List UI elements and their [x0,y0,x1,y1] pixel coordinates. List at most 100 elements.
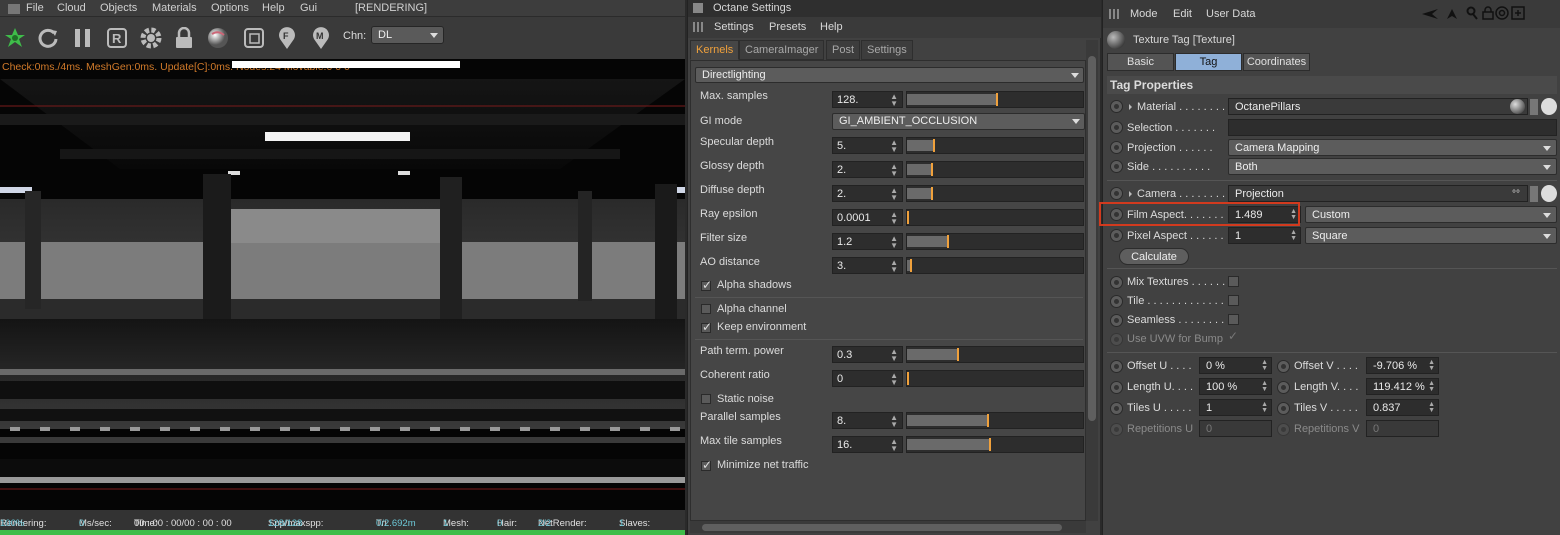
offset-u-keyframe-radio[interactable] [1110,360,1123,373]
diffuse-depth-slider[interactable] [906,185,1084,202]
slider-knob[interactable] [996,93,998,106]
spinner-icon[interactable]: ▲ ▼ [890,187,898,202]
expand-arrow-icon[interactable] [1129,104,1132,110]
material-link-field[interactable]: OctanePillars [1228,98,1528,115]
menu-settings[interactable]: Settings [714,21,754,33]
pixel-aspect-field[interactable]: 1 ▲ ▼ [1228,227,1301,244]
diffuse-depth-field[interactable]: 2. ▲ ▼ [832,185,903,202]
spinner-icon[interactable]: ▲ ▼ [1290,229,1297,242]
length-v-field[interactable]: 119.412 % ▲ ▼ [1366,378,1439,395]
spinner-icon[interactable]: ▲ ▼ [1261,359,1268,372]
spinner-icon[interactable]: ▲ ▼ [890,139,898,154]
ao-distance-field[interactable]: 3. ▲ ▼ [832,257,903,274]
slider-knob[interactable] [910,259,912,272]
lock-icon[interactable] [1481,6,1495,20]
vertical-scroll-thumb[interactable] [1088,56,1096,421]
spinner-icon[interactable]: ▲ ▼ [1428,401,1435,414]
coherent-ratio-field[interactable]: 0 ▲ ▼ [832,370,903,387]
menu-file[interactable]: File [26,2,44,14]
projection-select[interactable]: Camera Mapping [1228,139,1557,156]
spinner-icon[interactable]: ▲ ▼ [890,348,898,363]
pause-icon[interactable] [70,25,96,51]
spinner-icon[interactable]: ▲ ▼ [1261,401,1268,414]
target-icon[interactable] [1495,6,1509,20]
alpha-shadows-checkbox[interactable] [701,278,712,292]
menu-cloud[interactable]: Cloud [57,2,86,14]
material-picker-icon[interactable]: M [308,25,334,51]
spinner-icon[interactable]: ▲ ▼ [890,235,898,250]
menu-gui[interactable]: Gui [300,2,317,14]
search-icon[interactable] [1465,6,1479,20]
pick-object-icon[interactable] [1541,185,1557,202]
tiles-u-field[interactable]: 1 ▲ ▼ [1199,399,1272,416]
parallel-samples-field[interactable]: 8. ▲ ▼ [832,412,903,429]
mix-textures-keyframe-radio[interactable] [1110,276,1123,289]
tiles-u-keyframe-radio[interactable] [1110,402,1123,415]
spinner-icon[interactable]: ▲ ▼ [890,438,898,453]
menu-help[interactable]: Help [820,21,843,33]
length-u-field[interactable]: 100 % ▲ ▼ [1199,378,1272,395]
slider-knob[interactable] [987,414,989,427]
tab-kernels[interactable]: Kernels [690,40,740,60]
render-viewport[interactable] [0,59,685,510]
alpha-channel-checkbox[interactable] [701,304,711,314]
tab-tag[interactable]: Tag [1175,53,1242,71]
slider-knob[interactable] [933,139,935,152]
menu-edit[interactable]: Edit [1173,8,1192,20]
filter-size-slider[interactable] [906,233,1084,250]
tiles-v-field[interactable]: 0.837 ▲ ▼ [1366,399,1439,416]
side-select[interactable]: Both [1228,158,1557,175]
up-arrow-icon[interactable] [1445,7,1459,21]
ray-epsilon-field[interactable]: 0.0001 ▲ ▼ [832,209,903,226]
slider-knob[interactable] [907,372,909,385]
static-noise-checkbox[interactable] [701,394,711,404]
menu-presets[interactable]: Presets [769,21,806,33]
slider-knob[interactable] [907,211,909,224]
minimize-net-traffic-checkbox[interactable] [701,458,712,472]
lock-icon[interactable] [171,25,197,51]
menu-objects[interactable]: Objects [100,2,137,14]
pick-object-icon[interactable] [1541,98,1557,115]
slider-knob[interactable] [989,438,991,451]
refresh-icon[interactable] [35,25,61,51]
spinner-icon[interactable]: ▲ ▼ [890,414,898,429]
offset-v-keyframe-radio[interactable] [1277,360,1290,373]
spinner-icon[interactable]: ▲ ▼ [890,93,898,108]
spinner-icon[interactable]: ▲ ▼ [890,259,898,274]
seamless-keyframe-radio[interactable] [1110,314,1123,327]
pixel-aspect-keyframe-radio[interactable] [1110,229,1123,242]
max-samples-field[interactable]: 128. ▲ ▼ [832,91,903,108]
new-panel-icon[interactable] [1511,6,1525,20]
channel-select[interactable]: DL [371,26,444,44]
calculate-button[interactable]: Calculate [1119,248,1189,265]
material-ball-icon[interactable] [205,25,231,51]
menu-options[interactable]: Options [211,2,249,14]
camera-keyframe-radio[interactable] [1110,187,1123,200]
film-aspect-preset-select[interactable]: Custom [1305,206,1557,223]
offset-v-field[interactable]: -9.706 % ▲ ▼ [1366,357,1439,374]
link-menu-arrow-icon[interactable] [1530,99,1538,115]
ao-distance-slider[interactable] [906,257,1084,274]
mix-textures-checkbox[interactable] [1228,276,1239,287]
selection-keyframe-radio[interactable] [1110,121,1123,134]
material-keyframe-radio[interactable] [1110,100,1123,113]
glossy-depth-field[interactable]: 2. ▲ ▼ [832,161,903,178]
clay-mode-icon[interactable] [241,25,267,51]
spinner-icon[interactable]: ▲ ▼ [890,163,898,178]
camera-link-field[interactable]: Projection [1228,185,1528,202]
slider-knob[interactable] [957,348,959,361]
focus-picker-icon[interactable]: F [274,25,300,51]
menu-mode[interactable]: Mode [1130,8,1158,20]
tab-coordinates[interactable]: Coordinates [1243,53,1310,71]
projection-keyframe-radio[interactable] [1110,141,1123,154]
tile-keyframe-radio[interactable] [1110,295,1123,308]
length-u-keyframe-radio[interactable] [1110,381,1123,394]
coherent-ratio-slider[interactable] [906,370,1084,387]
spinner-icon[interactable]: ▲ ▼ [1428,359,1435,372]
menu-user-data[interactable]: User Data [1206,8,1256,20]
side-keyframe-radio[interactable] [1110,160,1123,173]
selection-field[interactable] [1228,119,1557,136]
spinner-icon[interactable]: ▲ ▼ [890,372,898,387]
offset-u-field[interactable]: 0 % ▲ ▼ [1199,357,1272,374]
menu-materials[interactable]: Materials [152,2,197,14]
